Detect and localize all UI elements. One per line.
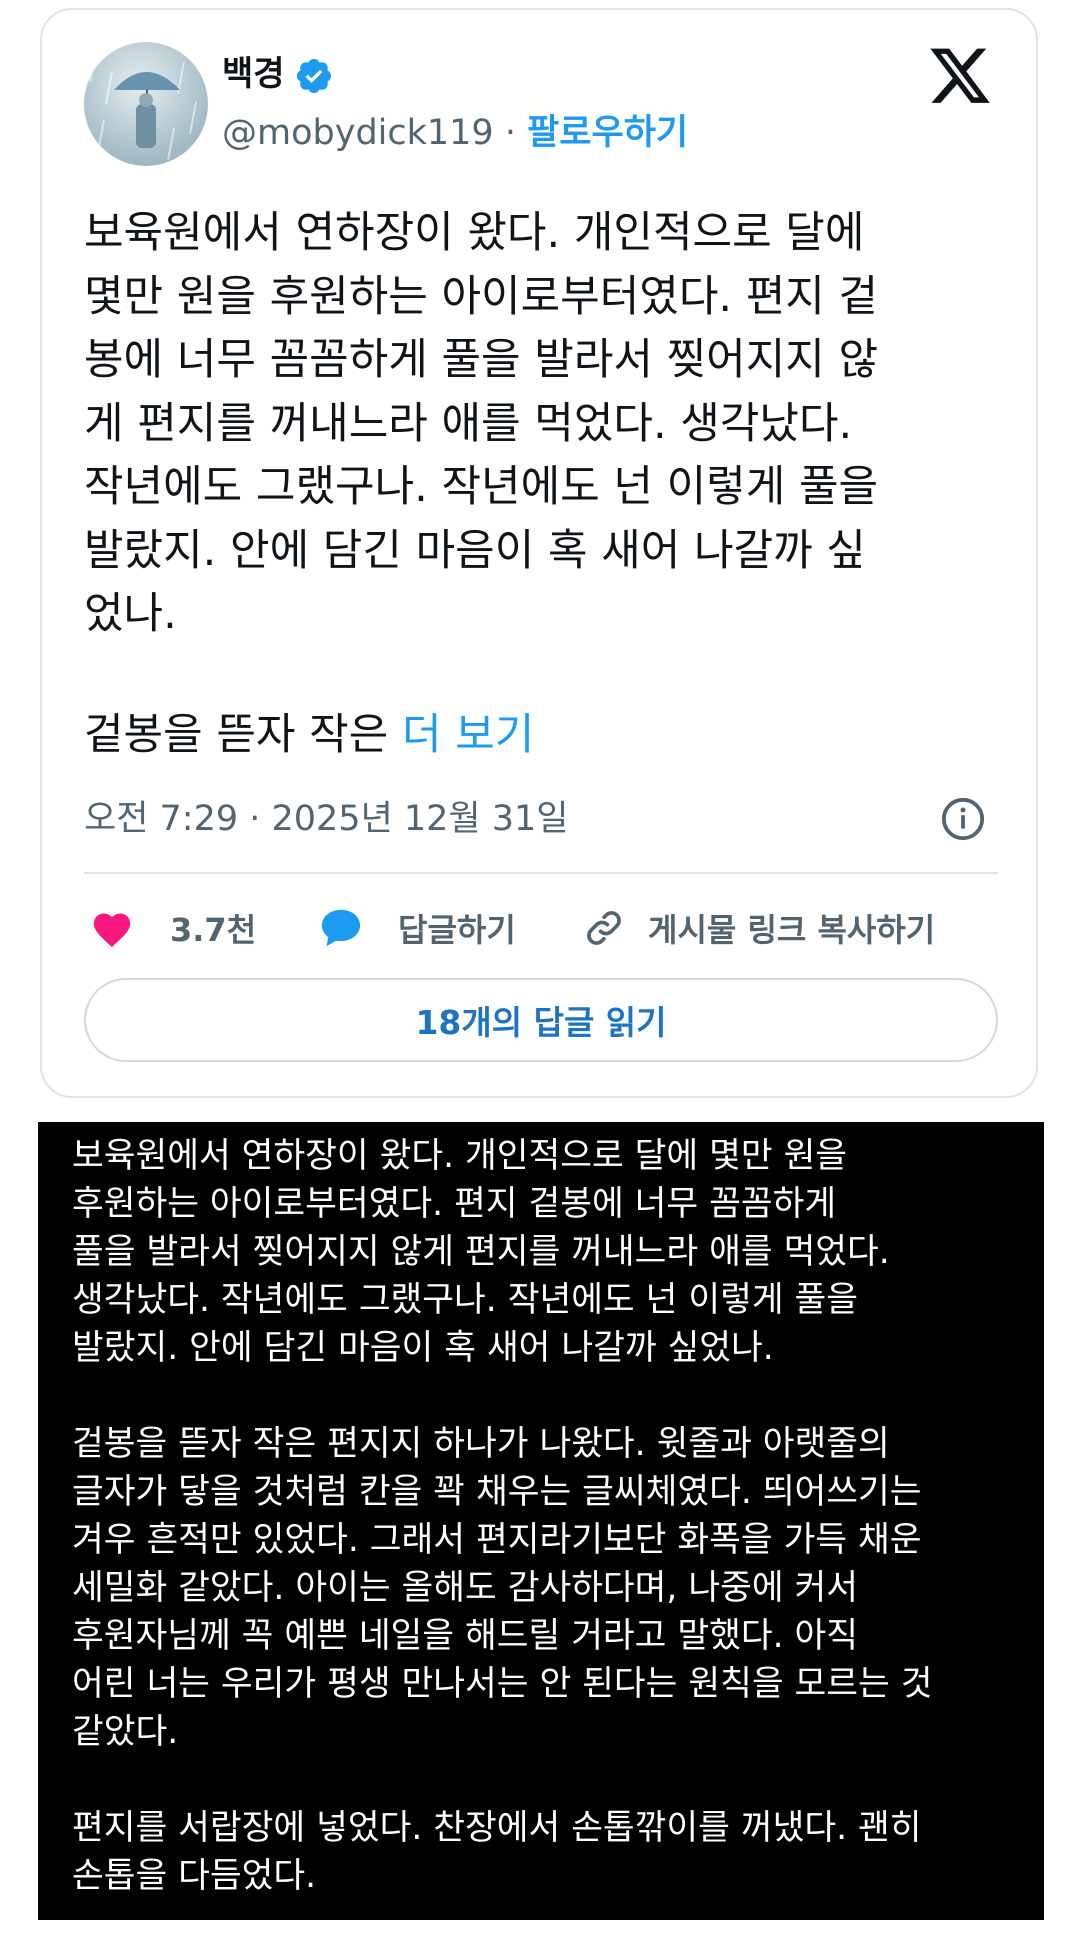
- avatar[interactable]: [84, 42, 208, 166]
- user-handle[interactable]: @mobydick119: [222, 113, 494, 153]
- tweet-text-tail: 겉봉을 뜯자 작은 더 보기: [84, 704, 534, 767]
- read-replies-button[interactable]: 18개의 답글 읽기: [84, 978, 998, 1062]
- tweet-card: 백경 @mobydick119 · 팔로우하기 보육원에서 연하장이 왔다. 개…: [40, 8, 1038, 1098]
- info-icon[interactable]: [940, 796, 986, 842]
- like-button[interactable]: 3.7천: [90, 900, 256, 956]
- x-logo-icon[interactable]: [930, 48, 992, 106]
- handle-separator: ·: [493, 113, 528, 153]
- avatar-image: [89, 51, 197, 161]
- read-replies-label: 18개의 답글 읽기: [415, 1003, 667, 1042]
- like-count: 3.7천: [170, 911, 257, 949]
- tweet-text: 보육원에서 연하장이 왔다. 개인적으로 달에 몇만 원을 후원하는 아이로부터…: [84, 208, 879, 639]
- speech-bubble-icon: [321, 909, 361, 947]
- handle-row: @mobydick119 · 팔로우하기: [222, 110, 688, 156]
- full-text-panel: 보육원에서 연하장이 왔다. 개인적으로 달에 몇만 원을 후원하는 아이로부터…: [38, 1122, 1044, 1920]
- link-icon: [587, 911, 621, 945]
- verified-badge-icon: [296, 58, 332, 94]
- reply-button[interactable]: 답글하기: [320, 900, 516, 956]
- reply-label: 답글하기: [398, 911, 516, 949]
- timestamp[interactable]: 오전 7:29 · 2025년 12월 31일: [84, 796, 569, 842]
- divider: [84, 872, 998, 874]
- heart-icon: [93, 913, 131, 948]
- full-text-body: 보육원에서 연하장이 왔다. 개인적으로 달에 몇만 원을 후원하는 아이로부터…: [72, 1136, 933, 1896]
- copy-link-label: 게시물 링크 복사하기: [648, 911, 936, 949]
- show-more-link[interactable]: 더 보기: [402, 710, 534, 760]
- copy-link-button[interactable]: 게시물 링크 복사하기: [584, 900, 935, 956]
- follow-link[interactable]: 팔로우하기: [527, 113, 688, 153]
- display-name[interactable]: 백경: [222, 52, 285, 96]
- tweet-text-truncated: 겉봉을 뜯자 작은: [84, 710, 402, 760]
